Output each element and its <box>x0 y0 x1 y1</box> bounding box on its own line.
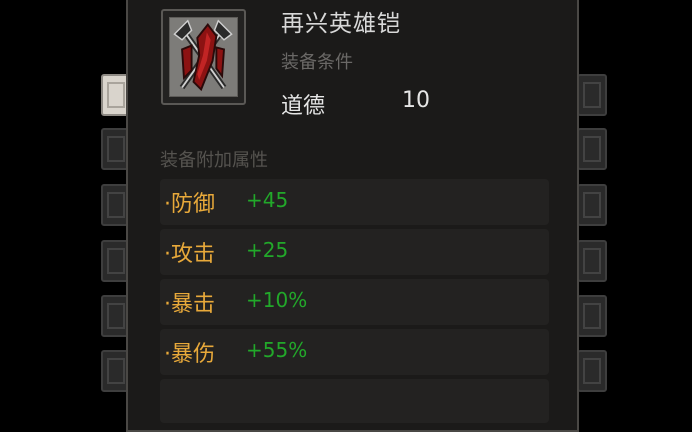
attribute-row-empty <box>160 379 549 423</box>
attribute-value: +45 <box>246 188 289 212</box>
requirements-title: 装备条件 <box>281 52 353 73</box>
attribute-name: ·暴击 <box>164 292 215 317</box>
side-tab-right-6[interactable] <box>577 350 607 392</box>
attribute-value: +55% <box>246 338 308 362</box>
requirement-value: 10 <box>402 88 430 113</box>
attribute-name: ·攻击 <box>164 242 215 267</box>
item-tooltip-panel: 再兴英雄铠 装备条件 道德 10 装备附加属性 ·防御 +45 ·攻击 +25 … <box>126 0 579 432</box>
attributes-title: 装备附加属性 <box>160 150 268 171</box>
attribute-row: ·攻击 +25 <box>160 229 549 275</box>
side-tab-right-1[interactable] <box>577 74 607 116</box>
side-tab-right-3[interactable] <box>577 184 607 226</box>
side-tab-right-5[interactable] <box>577 295 607 337</box>
side-tab-right-2[interactable] <box>577 128 607 170</box>
attribute-row: ·暴伤 +55% <box>160 329 549 375</box>
attribute-value: +10% <box>246 288 308 312</box>
side-tab-right-4[interactable] <box>577 240 607 282</box>
red-armor-icon <box>173 19 233 92</box>
attribute-row: ·防御 +45 <box>160 179 549 225</box>
attribute-name: ·防御 <box>164 192 215 217</box>
requirement-label: 道德 <box>281 94 326 119</box>
attribute-name: ·暴伤 <box>164 342 215 367</box>
item-name: 再兴英雄铠 <box>281 11 401 37</box>
attribute-value: +25 <box>246 238 289 262</box>
attribute-row: ·暴击 +10% <box>160 279 549 325</box>
attributes-list: ·防御 +45 ·攻击 +25 ·暴击 +10% ·暴伤 +55% <box>160 179 549 427</box>
item-slot[interactable] <box>161 9 246 105</box>
